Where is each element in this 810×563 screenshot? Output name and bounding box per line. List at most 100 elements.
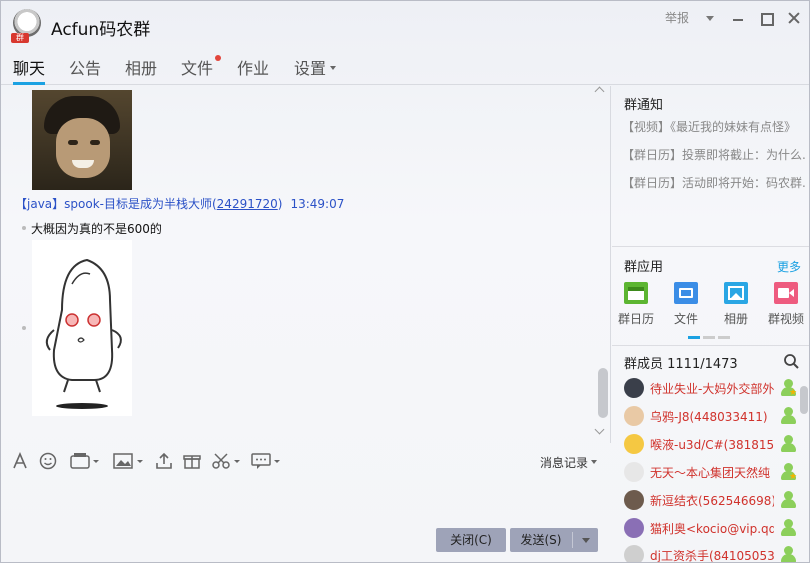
app-video[interactable]: 群视频 [763,282,809,327]
tab-settings[interactable]: 设置 [294,55,337,85]
send-button[interactable]: 发送(S) [510,528,598,552]
pager-dot[interactable] [703,336,715,339]
gif-icon[interactable] [69,452,99,470]
member-name: dj工资杀手(841050535) [650,549,774,563]
group-side-panel: 群通知 【视频】《最近我的妹妹有点怪》 【群日历】投票即将截止：为什么... 【… [612,86,809,563]
member-role-icon [780,491,796,509]
message-image-face[interactable] [32,90,132,190]
gift-icon[interactable] [183,452,201,470]
send-options-caret-icon[interactable] [582,538,590,547]
photo-icon [724,282,748,304]
member-name: 新逗结衣(562546698) [650,494,774,508]
history-caret-icon [591,460,597,467]
member-item[interactable]: 待业失业-大妈外交部外 ★ [624,375,797,401]
member-item[interactable]: 无天～本心集团天然纯 ★ [624,459,797,485]
divider [612,246,809,247]
message-bullet [22,226,26,230]
member-item[interactable]: 猫利奥<kocio@vip.qq.co [624,515,796,541]
member-avatar [624,545,644,562]
sender-name[interactable]: 【java】spook-目标是成为半栈大师( [15,197,217,211]
group-notice-title: 群通知 [624,98,664,113]
member-avatar [624,378,644,398]
members-scrollbar-thumb[interactable] [800,386,808,414]
member-item[interactable]: 喉液-u3d/C#(381815955 [624,431,796,457]
tab-files[interactable]: 文件 [181,55,222,85]
member-avatar [624,462,644,482]
chat-scrollbar-thumb[interactable] [598,368,608,418]
members-title: 群成员 1111/1473 [624,357,738,372]
report-button[interactable]: 举报 [665,9,689,26]
input-toolbar: 消息记录 [1,444,611,478]
member-item[interactable]: dj工资杀手(841050535) [624,542,796,563]
divider [612,345,809,346]
message-time: 13:49:07 [290,197,345,211]
more-apps-link[interactable]: 更多 [777,258,801,275]
message-text: 大概因为真的不是600的 [31,222,162,236]
app-album[interactable]: 相册 [713,282,759,327]
member-avatar [624,518,644,538]
image-eye [90,140,100,145]
scroll-down-icon[interactable] [596,429,606,437]
close-button[interactable]: 关闭(C) [436,528,506,552]
message-history-button[interactable]: 消息记录 [540,454,597,471]
sender-paren: ) [277,197,283,211]
app-label: 群日历 [617,312,654,326]
title-bar: 群 Acfun码农群 举报 [1,1,809,51]
upload-icon[interactable] [155,452,173,470]
app-calendar[interactable]: 群日历 [613,282,659,327]
notice-item[interactable]: 【群日历】活动即将开始：码农群... [622,174,807,191]
video-icon [774,282,798,304]
sender-qq-link[interactable]: 24291720 [217,197,278,211]
pager-dot[interactable] [688,336,700,339]
app-label: 文件 [673,312,698,326]
member-role-icon [780,407,796,425]
message-bullet [22,326,26,330]
notice-item[interactable]: 【视频】《最近我的妹妹有点怪》 [622,118,807,135]
tab-announcement[interactable]: 公告 [69,55,101,85]
message-sticker-image[interactable] [32,240,132,416]
image-eye [68,140,78,145]
calendar-icon [624,282,648,304]
notice-item[interactable]: 【群日历】投票即将截止：为什么... [622,146,807,163]
menu-dropdown-icon[interactable] [703,11,717,25]
member-name: 乌鸦-J8(448033411) [650,410,768,424]
tab-bar: 聊天 公告 相册 文件 作业 设置 [1,51,809,85]
tab-album[interactable]: 相册 [125,55,157,85]
app-files[interactable]: 文件 [663,282,709,327]
admin-role-icon: ★ [780,379,797,398]
member-name: 待业失业-大妈外交部外 [650,382,774,396]
member-item[interactable]: 新逗结衣(562546698) [624,487,796,513]
member-avatar [624,490,644,510]
minimize-icon[interactable] [731,11,745,25]
search-icon[interactable] [783,353,799,369]
member-name: 喉液-u3d/C#(381815955 [650,438,774,452]
tab-homework[interactable]: 作业 [237,55,269,85]
member-avatar [624,406,644,426]
member-avatar [624,434,644,454]
chat-message-area[interactable]: 【java】spook-目标是成为半栈大师(24291720) 13:49:07 … [1,86,611,443]
close-icon[interactable] [787,11,801,25]
image-icon[interactable] [113,452,145,470]
app-label: 相册 [723,312,748,326]
member-name: 猫利奥<kocio@vip.qq.co [650,522,774,536]
screenshot-scissors-icon[interactable] [211,452,243,470]
scroll-up-icon[interactable] [596,88,606,96]
pager-dot[interactable] [718,336,730,339]
maximize-icon[interactable] [759,11,774,26]
admin-role-icon: ★ [780,463,797,482]
font-icon[interactable] [11,452,29,470]
message-sender: 【java】spook-目标是成为半栈大师(24291720) 13:49:07 [15,195,344,212]
new-file-dot [215,55,222,61]
app-label: 群视频 [767,312,804,326]
settings-caret-icon [330,66,337,73]
emoji-icon[interactable] [39,452,57,470]
member-role-icon [780,435,796,453]
tab-chat[interactable]: 聊天 [13,55,46,85]
member-item[interactable]: 乌鸦-J8(448033411) [624,403,796,429]
send-label: 发送(S) [520,533,562,547]
member-name: 无天～本心集团天然纯 [650,466,771,480]
more-tools-icon[interactable] [251,452,283,470]
window-controls: 举报 [665,9,801,26]
qq-group-window: 群 Acfun码农群 举报 聊天 公告 相册 文件 作业 设置 【java】sp [0,0,810,563]
group-avatar[interactable]: 群 [11,9,43,43]
